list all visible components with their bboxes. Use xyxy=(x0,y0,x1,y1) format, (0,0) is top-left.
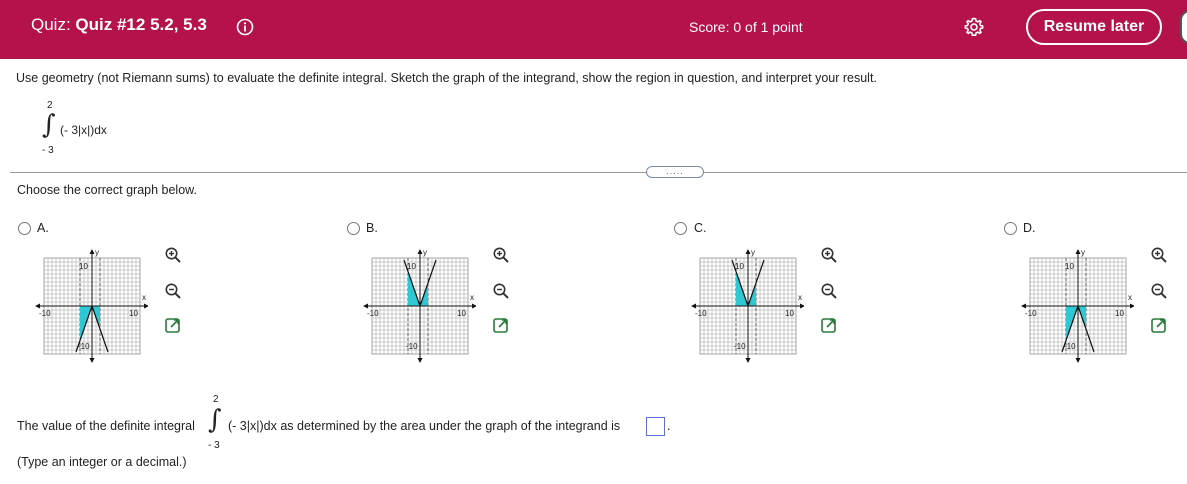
answer-prefix: The value of the definite integral xyxy=(17,419,195,433)
integral-sign-icon: ∫ xyxy=(208,405,222,435)
zoom-out-icon[interactable] xyxy=(1150,282,1168,300)
integrand: (- 3|x|)dx xyxy=(228,419,277,433)
zoom-in-icon[interactable] xyxy=(492,246,510,264)
x-axis-label: x xyxy=(470,293,474,302)
option-label: D. xyxy=(1023,221,1036,235)
resume-later-button[interactable]: Resume later xyxy=(1026,9,1162,45)
zoom-out-icon[interactable] xyxy=(164,282,182,300)
help-button[interactable] xyxy=(1180,10,1187,44)
answer-hint: (Type an integer or a decimal.) xyxy=(17,455,187,469)
y-tick-max: 10 xyxy=(79,262,88,271)
expand-more-button[interactable]: ..... xyxy=(646,166,704,178)
option-label: B. xyxy=(366,221,378,235)
option-radio[interactable] xyxy=(674,222,687,235)
integrand: (- 3|x|)dx xyxy=(60,123,107,137)
answer-period: . xyxy=(667,419,671,433)
option-label: C. xyxy=(694,221,707,235)
open-external-icon[interactable] xyxy=(820,316,838,334)
graph-option-c[interactable]: y x -10 10 10 -10 xyxy=(686,240,804,370)
info-icon[interactable] xyxy=(236,18,254,36)
x-tick-min: -10 xyxy=(1025,309,1037,318)
integral-sign-icon: ∫ xyxy=(42,110,56,140)
y-tick-max: 10 xyxy=(1065,262,1074,271)
answer-suffix: (- 3|x|)dx as determined by the area und… xyxy=(228,419,620,433)
y-axis-label: y xyxy=(1081,248,1085,257)
y-tick-min: -10 xyxy=(734,342,746,351)
answer-suffix-text: as determined by the area under the grap… xyxy=(280,419,621,433)
score-text: Score: 0 of 1 point xyxy=(689,19,803,35)
option-radio[interactable] xyxy=(18,222,31,235)
y-tick-min: -10 xyxy=(78,342,90,351)
open-external-icon[interactable] xyxy=(164,316,182,334)
question-text: Use geometry (not Riemann sums) to evalu… xyxy=(16,71,877,85)
x-tick-max: 10 xyxy=(129,309,138,318)
option-radio[interactable] xyxy=(347,222,360,235)
option-radio[interactable] xyxy=(1004,222,1017,235)
y-tick-min: -10 xyxy=(1064,342,1076,351)
quiz-header: Quiz: Quiz #12 5.2, 5.3 Score: 0 of 1 po… xyxy=(0,0,1187,59)
quiz-name: Quiz #12 5.2, 5.3 xyxy=(75,15,207,34)
answer-input[interactable] xyxy=(646,417,665,436)
x-tick-max: 10 xyxy=(785,309,794,318)
x-axis-label: x xyxy=(142,293,146,302)
gear-icon[interactable] xyxy=(963,16,985,38)
quiz-prefix: Quiz: xyxy=(31,15,71,34)
x-tick-max: 10 xyxy=(1115,309,1124,318)
section-divider xyxy=(10,172,1187,173)
y-axis-label: y xyxy=(751,248,755,257)
graph-option-d[interactable]: y x -10 10 10 -10 xyxy=(1016,240,1134,370)
open-external-icon[interactable] xyxy=(492,316,510,334)
x-tick-max: 10 xyxy=(457,309,466,318)
x-tick-min: -10 xyxy=(39,309,51,318)
open-external-icon[interactable] xyxy=(1150,316,1168,334)
zoom-in-icon[interactable] xyxy=(820,246,838,264)
zoom-in-icon[interactable] xyxy=(1150,246,1168,264)
zoom-in-icon[interactable] xyxy=(164,246,182,264)
graph-option-a[interactable]: y x -10 10 10 -10 xyxy=(30,240,148,370)
question-integral: 2 ∫ (- 3|x|)dx - 3 xyxy=(38,100,158,156)
y-tick-max: 10 xyxy=(735,262,744,271)
option-label: A. xyxy=(37,221,49,235)
y-tick-min: -10 xyxy=(406,342,418,351)
integral-lower-limit: - 3 xyxy=(208,440,220,451)
integral-lower-limit: - 3 xyxy=(42,145,54,156)
quiz-title: Quiz: Quiz #12 5.2, 5.3 xyxy=(31,15,207,35)
graph-option-b[interactable]: y x -10 10 10 -10 xyxy=(358,240,476,370)
y-tick-max: 10 xyxy=(407,262,416,271)
zoom-out-icon[interactable] xyxy=(492,282,510,300)
x-tick-min: -10 xyxy=(367,309,379,318)
x-tick-min: -10 xyxy=(695,309,707,318)
y-axis-label: y xyxy=(423,248,427,257)
zoom-out-icon[interactable] xyxy=(820,282,838,300)
x-axis-label: x xyxy=(798,293,802,302)
x-axis-label: x xyxy=(1128,293,1132,302)
integral-upper-limit: 2 xyxy=(213,394,219,405)
y-axis-label: y xyxy=(95,248,99,257)
choose-prompt: Choose the correct graph below. xyxy=(17,183,197,197)
